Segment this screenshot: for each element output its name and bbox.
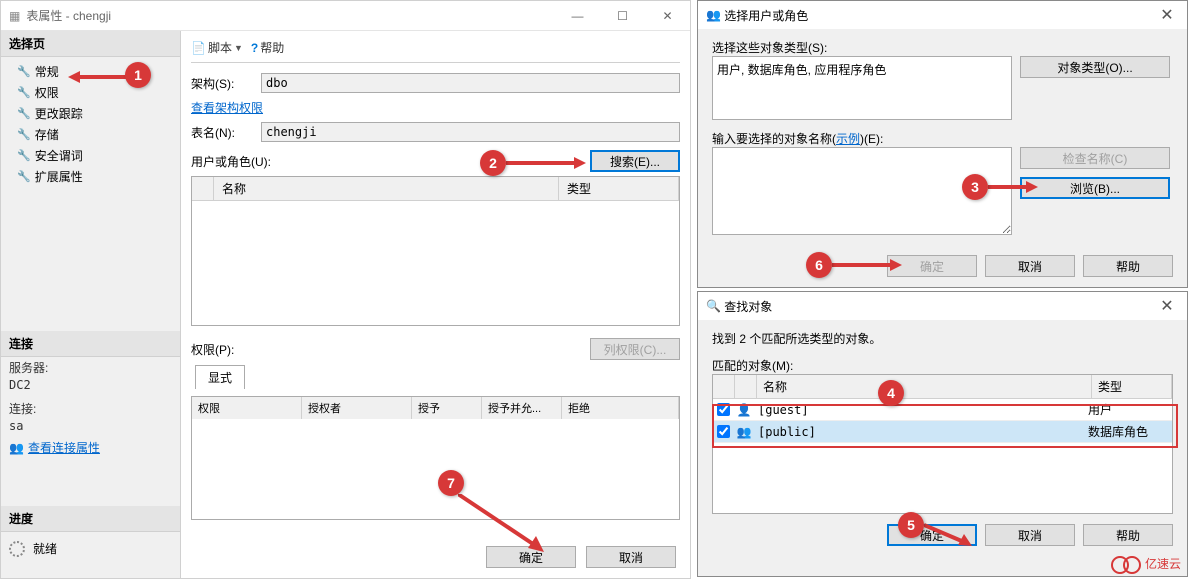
column-permissions-button: 列权限(C)... — [590, 338, 680, 360]
wrench-icon: 🔧 — [17, 65, 31, 78]
sidebar: 选择页 🔧常规 🔧权限 🔧更改跟踪 🔧存储 🔧安全谓词 🔧扩展属性 连接 服务器… — [1, 31, 181, 578]
watermark-icon — [1111, 553, 1141, 573]
grid-col-icon — [192, 177, 214, 200]
maximize-button[interactable]: ☐ — [600, 1, 645, 31]
window-title: 表属性 - chengji — [26, 7, 111, 24]
people-icon: 👥 — [9, 441, 24, 455]
conn-value: sa — [1, 419, 180, 439]
watermark: 亿速云 — [1111, 553, 1181, 573]
perm-header: 权限 授权者 授予 授予并允... 拒绝 — [192, 397, 679, 419]
check-names-button: 检查名称(C) — [1020, 147, 1170, 169]
callout-7: 7 — [438, 470, 464, 496]
table-name-input — [261, 122, 680, 142]
example-link[interactable]: 示例 — [836, 132, 860, 146]
help-button[interactable]: 帮助 — [1083, 524, 1173, 546]
grid-col-name: 名称 — [214, 177, 559, 200]
perm-grid-body[interactable] — [192, 419, 679, 519]
select-user-role-dialog: 👥 选择用户或角色 ✕ 选择这些对象类型(S): 用户, 数据库角色, 应用程序… — [697, 0, 1188, 288]
col-name: 名称 — [757, 375, 1092, 398]
cancel-button[interactable]: 取消 — [985, 255, 1075, 277]
callout-3: 3 — [962, 174, 988, 200]
cancel-button[interactable]: 取消 — [586, 546, 676, 568]
sidebar-item-extended-props[interactable]: 🔧扩展属性 — [1, 166, 180, 187]
redbox-rows — [712, 404, 1178, 448]
close-button[interactable]: ✕ — [1147, 5, 1187, 25]
callout-6: 6 — [806, 252, 832, 278]
help-icon: ? — [251, 41, 258, 55]
select-page-header: 选择页 — [1, 31, 180, 57]
wrench-icon: 🔧 — [17, 107, 31, 120]
wrench-icon: 🔧 — [17, 149, 31, 162]
callout-5: 5 — [898, 512, 924, 538]
main-panel: 📄脚本 ▼ ?帮助 架构(S): 查看架构权限 表名(N): 用户或角色(U):… — [181, 31, 690, 578]
cancel-button[interactable]: 取消 — [985, 524, 1075, 546]
server-value: DC2 — [1, 378, 180, 398]
table-icon: ▦ — [9, 9, 20, 23]
close-button[interactable]: ✕ — [1147, 296, 1187, 316]
dialog-title: 查找对象 — [724, 298, 772, 315]
col-type: 类型 — [1092, 375, 1172, 398]
search-button[interactable]: 搜索(E)... — [590, 150, 680, 172]
titlebar: 🔍 查找对象 ✕ — [698, 292, 1187, 320]
wrench-icon: 🔧 — [17, 128, 31, 141]
dialog-title: 选择用户或角色 — [724, 7, 808, 24]
script-icon: 📄 — [191, 41, 206, 55]
schema-label: 架构(S): — [191, 75, 261, 92]
script-dropdown[interactable]: 📄脚本 ▼ — [191, 39, 243, 56]
table-name-label: 表名(N): — [191, 124, 261, 141]
toolbar: 📄脚本 ▼ ?帮助 — [191, 39, 680, 63]
connection-header: 连接 — [1, 331, 180, 357]
callout-4: 4 — [878, 380, 904, 406]
callout-2: 2 — [480, 150, 506, 176]
server-label: 服务器: — [1, 357, 180, 378]
match-label: 匹配的对象(M): — [712, 357, 1173, 374]
users-roles-grid[interactable]: 名称 类型 — [191, 176, 680, 326]
callout-1: 1 — [125, 62, 151, 88]
user-role-icon: 👥 — [706, 8, 721, 22]
browse-button[interactable]: 浏览(B)... — [1020, 177, 1170, 199]
close-button[interactable]: ✕ — [645, 1, 690, 31]
explicit-tab[interactable]: 显式 — [195, 365, 245, 389]
table-properties-dialog: ▦ 表属性 - chengji — ☐ ✕ 选择页 🔧常规 🔧权限 🔧更改跟踪 … — [0, 0, 691, 579]
users-roles-label: 用户或角色(U): — [191, 153, 271, 170]
found-message: 找到 2 个匹配所选类型的对象。 — [712, 330, 1173, 347]
view-conn-props-link[interactable]: 查看连接属性 — [28, 439, 100, 456]
minimize-button[interactable]: — — [555, 1, 600, 31]
progress-header: 进度 — [1, 506, 180, 532]
types-label: 选择这些对象类型(S): — [712, 39, 1173, 56]
help-button[interactable]: ?帮助 — [251, 39, 284, 56]
schema-input — [261, 73, 680, 93]
conn-label: 连接: — [1, 398, 180, 419]
chevron-down-icon: ▼ — [234, 43, 243, 53]
object-types-button[interactable]: 对象类型(O)... — [1020, 56, 1170, 78]
sidebar-item-change-tracking[interactable]: 🔧更改跟踪 — [1, 103, 180, 124]
grid-col-type: 类型 — [559, 177, 679, 200]
types-textbox: 用户, 数据库角色, 应用程序角色 — [712, 56, 1012, 120]
view-schema-perm-link[interactable]: 查看架构权限 — [191, 101, 263, 115]
spinner-icon — [9, 541, 25, 557]
progress-status: 就绪 — [33, 540, 57, 557]
sidebar-item-security-predicate[interactable]: 🔧安全谓词 — [1, 145, 180, 166]
wrench-icon: 🔧 — [17, 86, 31, 99]
help-button[interactable]: 帮助 — [1083, 255, 1173, 277]
wrench-icon: 🔧 — [17, 170, 31, 183]
titlebar: ▦ 表属性 - chengji — ☐ ✕ — [1, 1, 690, 31]
search-icon: 🔍 — [706, 299, 721, 313]
names-label: 输入要选择的对象名称 — [712, 132, 832, 146]
titlebar: 👥 选择用户或角色 ✕ — [698, 1, 1187, 29]
sidebar-item-storage[interactable]: 🔧存储 — [1, 124, 180, 145]
permissions-label: 权限(P): — [191, 341, 234, 358]
